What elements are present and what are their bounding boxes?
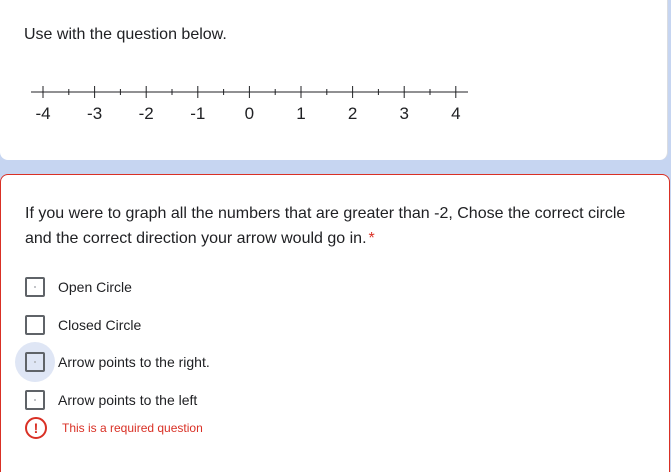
checkbox[interactable] [25,390,45,410]
number-line-label: 2 [348,104,357,123]
number-line-label: 4 [451,104,460,123]
option-open-circle[interactable]: Open Circle [25,275,132,299]
required-asterisk: * [368,230,375,247]
number-line-label: -4 [35,104,50,123]
checkbox[interactable] [25,277,45,297]
number-line-label: 3 [399,104,408,123]
number-line-label: -3 [87,104,102,123]
checkbox[interactable] [25,315,45,335]
option-label: Arrow points to the left [58,392,198,408]
number-line: -4 -3 -2 -1 0 1 2 3 4 [31,86,468,123]
checkbox[interactable] [25,352,45,372]
number-line-label: -2 [139,104,154,123]
number-line-label: -1 [190,104,205,123]
context-card: Use with the question below. -4 -3 -2 -1 0 1 2… [0,0,668,160]
question-card: If you were to graph all the numbers tha… [0,174,670,472]
exclamation-circle-icon: ! [25,417,47,439]
option-arrow-right[interactable]: Arrow points to the right. [15,342,210,382]
error-text: This is a required question [62,421,203,435]
number-line-label: 1 [296,104,305,123]
option-arrow-left[interactable]: Arrow points to the left [25,388,197,412]
option-closed-circle[interactable]: Closed Circle [25,313,141,337]
error-message: ! This is a required question [25,417,203,439]
question-label: If you were to graph all the numbers tha… [25,205,626,247]
question-text: If you were to graph all the numbers tha… [25,201,641,251]
number-line-label: 0 [245,104,254,123]
option-label: Closed Circle [58,317,142,333]
option-label: Arrow points to the right. [58,354,210,370]
option-label: Open Circle [58,279,132,295]
